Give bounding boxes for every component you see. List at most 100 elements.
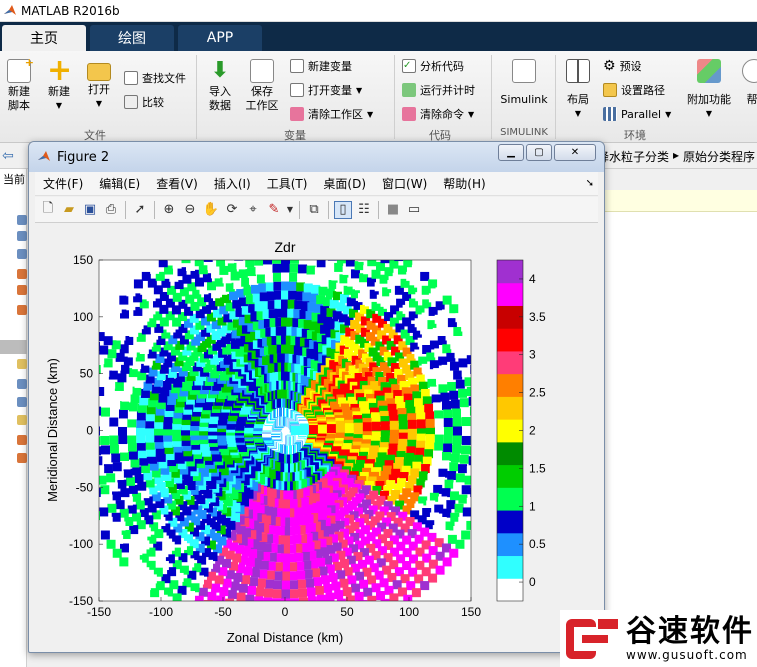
- menu-view[interactable]: 查看(V): [148, 175, 206, 192]
- function-file-icon[interactable]: [17, 285, 27, 295]
- file-icon[interactable]: [17, 415, 27, 425]
- compare-button[interactable]: 比较: [124, 93, 164, 111]
- radar-gate: [316, 594, 326, 601]
- clear-commands-button[interactable]: 清除命令 ▼: [402, 105, 474, 123]
- radar-gate: [118, 435, 128, 445]
- radar-gate: [479, 362, 488, 371]
- save-icon[interactable]: ▣: [81, 201, 99, 219]
- command-window[interactable]: [597, 190, 757, 667]
- file-icon[interactable]: [17, 231, 27, 241]
- radar-gate: [311, 239, 320, 248]
- open-variable-button[interactable]: 打开变量 ▼: [290, 81, 362, 99]
- new-button[interactable]: + 新建 ▼: [44, 56, 74, 113]
- radar-gate: [330, 243, 339, 252]
- legend-toggle-icon[interactable]: ☷: [355, 201, 373, 219]
- menu-tools[interactable]: 工具(T): [259, 175, 316, 192]
- menu-window[interactable]: 窗口(W): [374, 175, 435, 192]
- zoom-out-icon[interactable]: ⊖: [181, 201, 199, 219]
- file-icon[interactable]: [17, 397, 27, 407]
- save-workspace-button[interactable]: 保存 工作区: [243, 59, 281, 113]
- radar-gate: [99, 446, 102, 456]
- figure-window[interactable]: Figure 2 ▁ ▢ ✕ 文件(F) 编辑(E) 查看(V) 插入(I) 工…: [28, 141, 605, 653]
- selected-row[interactable]: [0, 340, 27, 354]
- print-icon[interactable]: ⎙: [102, 201, 120, 219]
- brush-icon[interactable]: ✎: [265, 201, 283, 219]
- help-icon: [742, 59, 757, 83]
- new-script-button[interactable]: + 新建 脚本: [4, 56, 34, 113]
- tab-home[interactable]: 主页: [2, 25, 86, 51]
- file-icon[interactable]: [17, 215, 27, 225]
- maximize-button[interactable]: ▢: [526, 144, 552, 161]
- function-file-icon[interactable]: [17, 269, 27, 279]
- zdr-chart: Zdr -150 -100 -50 0 50 100 150 150 100 50 0 -50 -10…: [45, 239, 546, 645]
- radar-gate: [479, 447, 488, 456]
- menu-insert[interactable]: 插入(I): [206, 175, 259, 192]
- run-and-time-button[interactable]: 运行并计时: [402, 81, 475, 99]
- radar-gate: [126, 565, 136, 575]
- layout-button[interactable]: 布局 ▼: [562, 59, 594, 121]
- radar-gate: [347, 575, 357, 585]
- menu-edit[interactable]: 编辑(E): [91, 175, 148, 192]
- addons-button[interactable]: 附加功能 ▼: [684, 59, 734, 121]
- breadcrumb-item[interactable]: 降水粒子分类: [597, 148, 669, 165]
- x-axis-label: Zonal Distance (km): [227, 630, 343, 645]
- radar-gate: [316, 260, 326, 268]
- zoom-in-icon[interactable]: ⊕: [160, 201, 178, 219]
- breadcrumb-item[interactable]: 原始分类程序: [683, 148, 755, 165]
- open-button[interactable]: 打开 ▼: [84, 59, 114, 111]
- close-button[interactable]: ✕: [554, 144, 596, 161]
- link-plot-icon[interactable]: ⧉: [305, 201, 323, 219]
- radar-gate: [108, 370, 118, 380]
- rotate-3d-icon[interactable]: ⟳: [223, 201, 241, 219]
- radar-gate: [119, 557, 129, 567]
- radar-gate: [429, 466, 439, 476]
- new-figure-icon[interactable]: 🗋: [39, 201, 57, 219]
- radar-gate: [236, 592, 246, 601]
- preferences-button[interactable]: ⚙ 预设: [603, 57, 642, 75]
- file-icon[interactable]: [17, 359, 27, 369]
- file-icon[interactable]: [17, 379, 27, 389]
- menu-desktop[interactable]: 桌面(D): [315, 175, 374, 192]
- radar-gate: [307, 260, 317, 266]
- parallel-button[interactable]: Parallel ▼: [603, 105, 671, 123]
- data-cursor-icon[interactable]: ⌖: [244, 201, 262, 219]
- radar-gate: [476, 468, 485, 477]
- set-path-button[interactable]: 设置路径: [603, 81, 665, 99]
- simulink-button[interactable]: Simulink: [498, 59, 550, 107]
- import-data-button[interactable]: ⬇ 导入 数据: [203, 59, 237, 113]
- y-tick-label: 0: [86, 424, 93, 438]
- file-icon[interactable]: [17, 249, 27, 259]
- radar-gate: [132, 512, 142, 522]
- pan-hand-icon[interactable]: ✋: [202, 201, 220, 219]
- tab-apps[interactable]: APP: [178, 25, 262, 51]
- radar-gate: [127, 418, 137, 428]
- menu-help[interactable]: 帮助(H): [435, 175, 493, 192]
- show-plot-tools-icon[interactable]: ▭: [405, 201, 423, 219]
- radar-gate: [191, 249, 200, 258]
- function-file-icon[interactable]: [17, 435, 27, 445]
- chevron-down-icon[interactable]: ▼: [286, 201, 294, 219]
- radar-gate: [291, 616, 300, 625]
- function-file-icon[interactable]: [17, 453, 27, 463]
- find-files-button[interactable]: 查找文件: [124, 69, 186, 87]
- radar-gate: [466, 466, 471, 476]
- back-arrow-icon[interactable]: ⇦: [2, 148, 14, 164]
- radar-gate: [200, 608, 209, 617]
- radar-gate: [468, 396, 471, 406]
- analyze-code-button[interactable]: ✓ 分析代码: [402, 57, 464, 75]
- tab-plots[interactable]: 绘图: [90, 25, 174, 51]
- minimize-button[interactable]: ▁: [498, 144, 524, 161]
- menu-file[interactable]: 文件(F): [35, 175, 91, 192]
- colorbar-toggle-icon[interactable]: ▯: [334, 200, 352, 219]
- dock-arrow-icon[interactable]: ➘: [586, 178, 594, 189]
- clear-workspace-button[interactable]: 清除工作区 ▼: [290, 105, 373, 123]
- radar-gate: [99, 386, 105, 396]
- hide-plot-tools-icon[interactable]: ■: [384, 201, 402, 219]
- function-file-icon[interactable]: [17, 305, 27, 315]
- radar-gate: [216, 260, 226, 267]
- figure-titlebar[interactable]: Figure 2 ▁ ▢ ✕: [29, 142, 604, 172]
- help-button[interactable]: 帮: [742, 59, 757, 107]
- new-variable-button[interactable]: 新建变量: [290, 57, 352, 75]
- open-file-icon[interactable]: ▰: [60, 201, 78, 219]
- pointer-icon[interactable]: ➚: [131, 201, 149, 219]
